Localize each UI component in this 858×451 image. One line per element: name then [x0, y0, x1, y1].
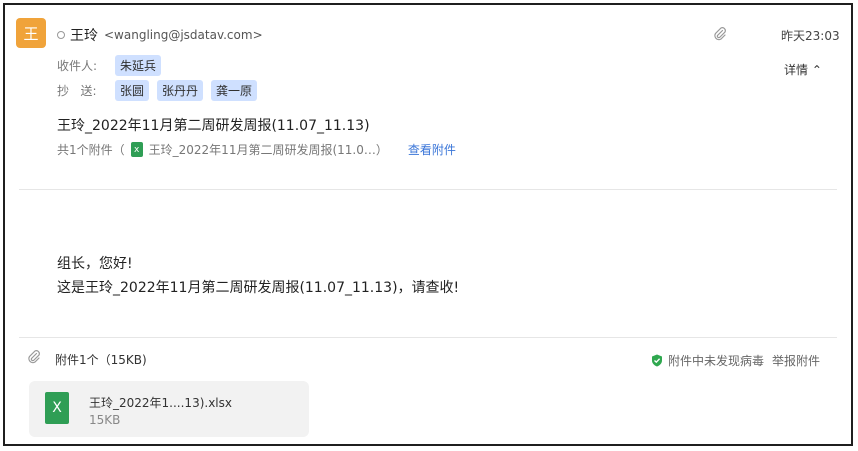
report-attachment-link[interactable]: 举报附件	[772, 352, 820, 369]
cc-tag[interactable]: 龚一原	[211, 80, 258, 101]
header-divider	[19, 189, 837, 190]
attachment-summary-file[interactable]: 王玲_2022年11月第二周研发周报(11.0…	[149, 141, 376, 158]
attachment-file-name[interactable]: 王玲_2022年1....13).xlsx	[89, 394, 232, 411]
sender-line: 王玲 <wangling@jsdatav.com>	[57, 25, 263, 45]
cc-tag[interactable]: 张圆	[115, 80, 150, 101]
to-row: 收件人: 朱延兵	[57, 55, 169, 76]
sender-email[interactable]: <wangling@jsdatav.com>	[104, 28, 263, 42]
sender-avatar: 王	[16, 18, 46, 48]
virus-status-text: 附件中未发现病毒	[668, 354, 765, 368]
body-greeting: 组长，您好!	[57, 256, 133, 272]
details-toggle[interactable]: 详情 ⌃	[784, 61, 822, 78]
excel-file-icon: x	[130, 142, 143, 157]
attachment-summary: 共1个附件（ x 王玲_2022年11月第二周研发周报(11.0… ） 查看附件	[57, 141, 456, 158]
cc-label: 抄 送:	[57, 84, 97, 98]
virus-scan-status: 附件中未发现病毒 举报附件	[651, 352, 820, 369]
attachment-count: 附件1个（15KB)	[55, 353, 147, 367]
recipient-tag[interactable]: 朱延兵	[115, 55, 162, 76]
view-attachments-link[interactable]: 查看附件	[408, 141, 456, 158]
to-label: 收件人:	[57, 59, 98, 73]
attachment-count-prefix: 共1个附件（	[57, 143, 125, 157]
footer-divider	[19, 337, 837, 338]
received-time: 昨天23:03	[781, 29, 840, 43]
paperclip-icon[interactable]	[713, 27, 727, 41]
paperclip-icon	[28, 350, 40, 364]
sender-name[interactable]: 王玲	[70, 25, 98, 45]
excel-file-icon: X	[45, 392, 69, 424]
email-reader: 王 王玲 <wangling@jsdatav.com> 收件人: 朱延兵 抄 送…	[3, 3, 853, 446]
body-message: 这是王玲_2022年11月第二周研发周报(11.07_11.13)，请查收!	[57, 280, 460, 296]
cc-tag[interactable]: 张丹丹	[157, 80, 204, 101]
attachment-file-size: 15KB	[89, 413, 121, 427]
cc-row: 抄 送: 张圆 张丹丹 龚一原	[57, 80, 265, 101]
status-dot-icon	[57, 31, 65, 39]
attachment-card[interactable]: X 王玲_2022年1....13).xlsx 15KB	[29, 381, 309, 437]
attachment-count-suffix: ）	[375, 143, 388, 157]
email-subject: 王玲_2022年11月第二周研发周报(11.07_11.13)	[57, 118, 370, 134]
shield-check-icon	[652, 354, 662, 367]
